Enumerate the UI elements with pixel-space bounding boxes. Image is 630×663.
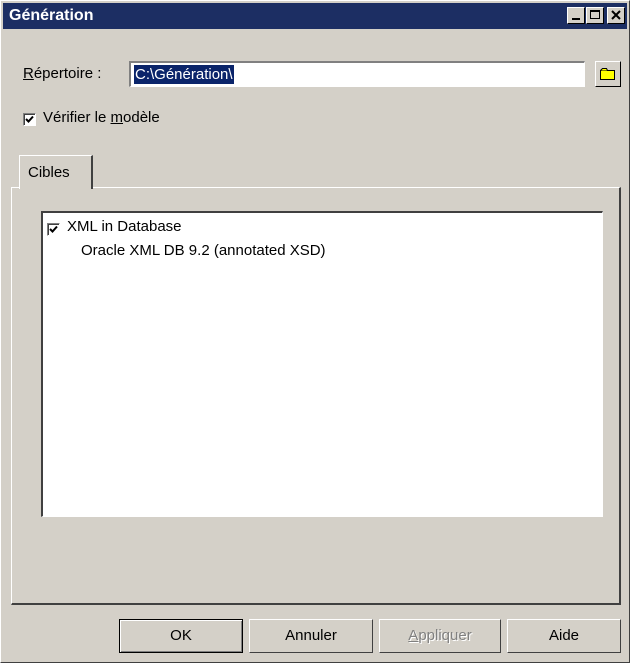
folder-icon <box>600 68 615 80</box>
target-root-label[interactable]: XML in Database <box>67 218 182 235</box>
title-bar[interactable]: Génération <box>3 3 627 29</box>
targets-tree[interactable]: XML in Database Oracle XML DB 9.2 (annot… <box>41 211 603 517</box>
apply-button[interactable]: Appliquer <box>379 619 501 653</box>
maximize-button[interactable] <box>586 7 604 24</box>
minimize-button[interactable] <box>567 7 585 24</box>
tab-targets[interactable]: Cibles <box>19 155 93 189</box>
ok-button[interactable]: OK <box>119 619 243 653</box>
close-button[interactable] <box>607 7 625 24</box>
minimize-icon <box>572 18 580 20</box>
tab-label: Cibles <box>28 164 70 181</box>
verify-model-label[interactable]: Vérifier le modèle <box>43 109 160 126</box>
cancel-button[interactable]: Annuler <box>249 619 373 653</box>
browse-folder-button[interactable] <box>595 61 621 87</box>
window-title: Génération <box>9 7 94 24</box>
maximize-icon <box>590 10 600 19</box>
directory-value: C:\Génération\ <box>134 65 234 84</box>
directory-label: Répertoire : <box>23 65 102 82</box>
checkmark-icon <box>25 115 34 123</box>
directory-input[interactable]: C:\Génération\ <box>129 61 585 87</box>
target-child-label[interactable]: Oracle XML DB 9.2 (annotated XSD) <box>81 242 326 259</box>
generation-dialog: Génération Répertoire : C:\Génération\ V… <box>0 0 630 663</box>
target-checkbox-xml-in-database[interactable] <box>47 223 60 236</box>
close-icon <box>611 10 621 20</box>
verify-model-checkbox[interactable] <box>23 113 36 126</box>
checkmark-icon <box>49 225 58 233</box>
help-button[interactable]: Aide <box>507 619 621 653</box>
